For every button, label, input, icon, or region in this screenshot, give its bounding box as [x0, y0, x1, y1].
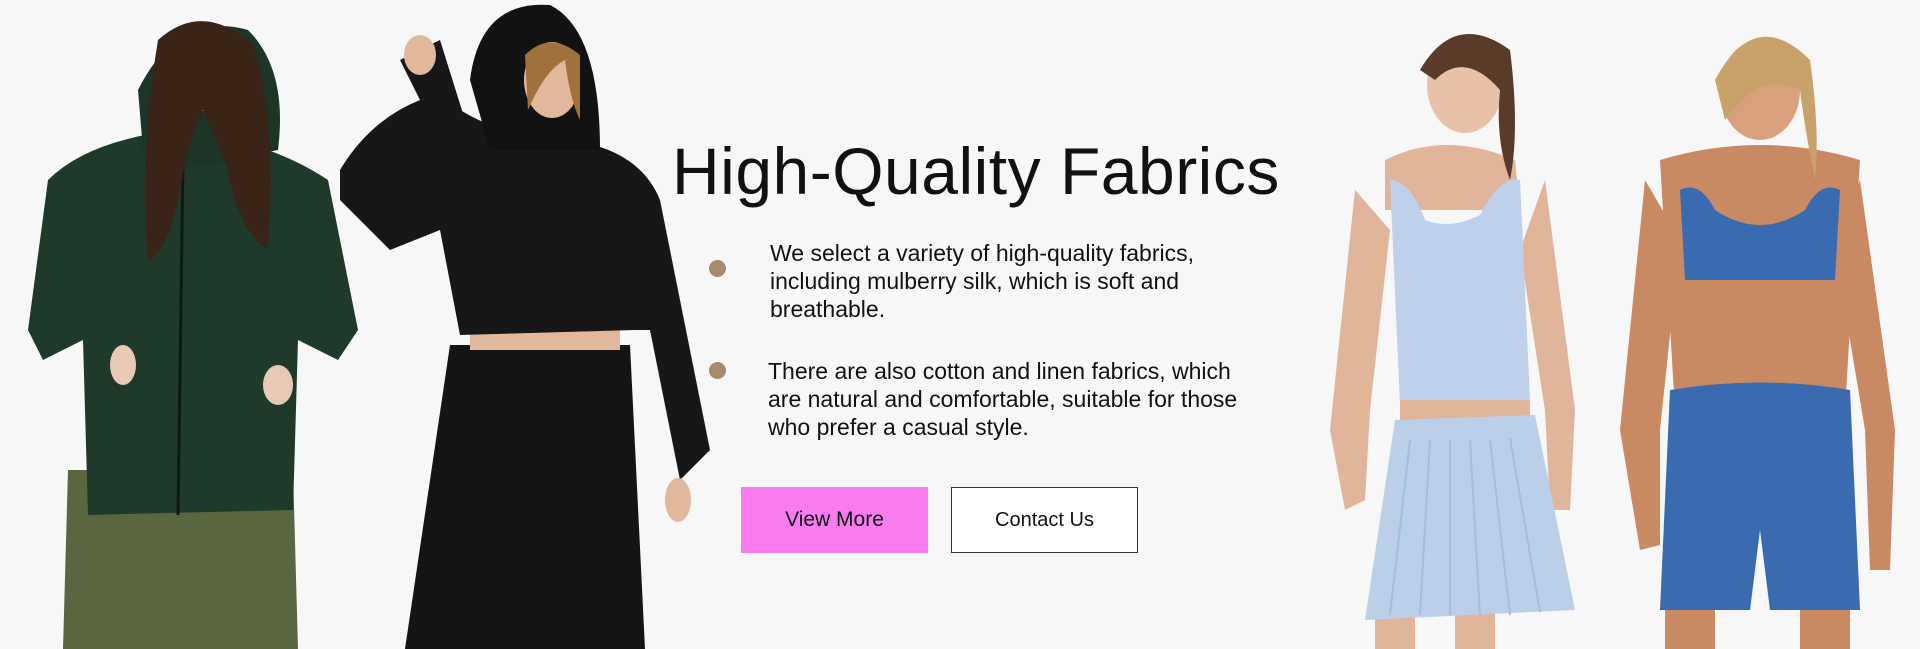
model-black-set-image: [340, 0, 710, 649]
bullet-dot: [709, 260, 726, 277]
bullet-dot: [709, 362, 726, 379]
hero-banner: High-Quality Fabrics We select a variety…: [0, 0, 1920, 649]
contact-us-button[interactable]: Contact Us: [951, 487, 1138, 553]
model-light-blue-set-image: [1315, 10, 1585, 649]
view-more-button[interactable]: View More: [741, 487, 928, 553]
feature-text-cotton-linen: There are also cotton and linen fabrics,…: [768, 358, 1238, 440]
page-title: High-Quality Fabrics: [672, 134, 1280, 208]
model-blue-set-image: [1620, 10, 1900, 649]
feature-text-silk: We select a variety of high-quality fabr…: [770, 240, 1194, 322]
model-green-hoodie-image: [28, 0, 368, 649]
